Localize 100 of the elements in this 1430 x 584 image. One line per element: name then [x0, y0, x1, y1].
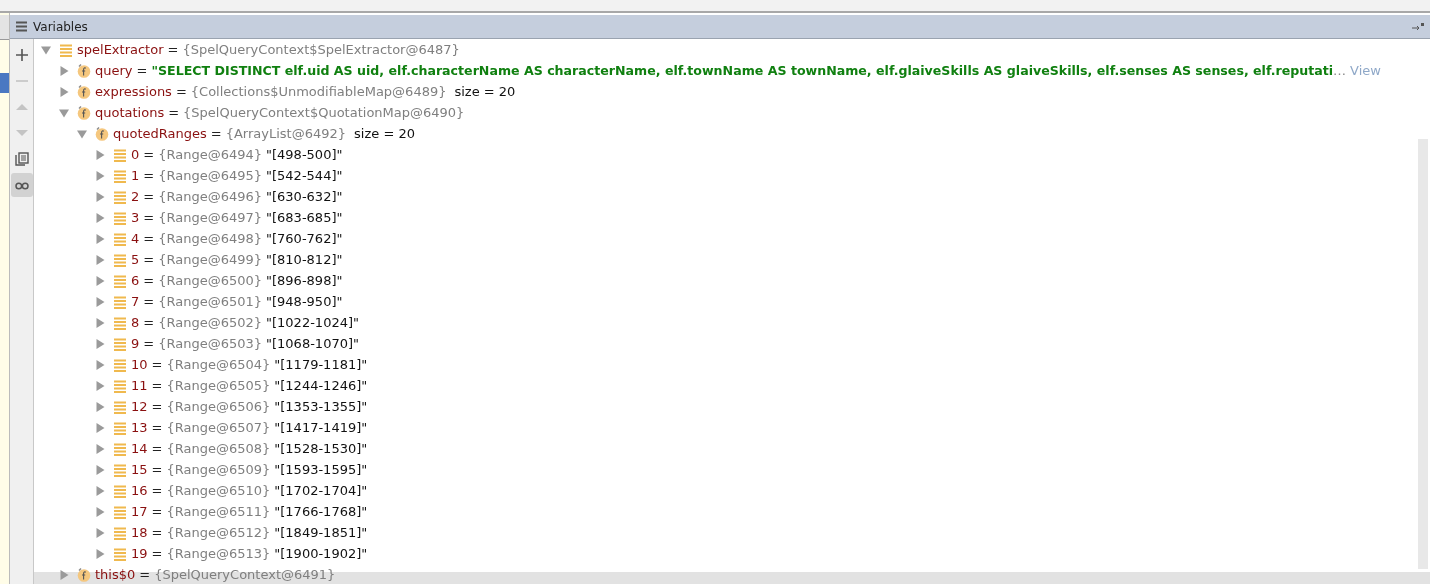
- menu-icon[interactable]: [16, 21, 27, 32]
- collapse-arrow-icon[interactable]: [77, 128, 87, 139]
- expand-arrow-icon[interactable]: [95, 401, 105, 412]
- object-reference: {Range@6495}: [158, 168, 263, 183]
- element-icon: [113, 504, 127, 519]
- view-link[interactable]: View: [1350, 63, 1381, 78]
- expand-arrow-icon[interactable]: [59, 569, 69, 580]
- variable-name: 15: [131, 462, 148, 477]
- object-reference: {Range@6511}: [166, 504, 271, 519]
- equals-sign: =: [151, 462, 163, 477]
- value-text: "[1417-1419]": [274, 420, 368, 435]
- expand-arrow-icon[interactable]: [59, 86, 69, 97]
- element-icon: [113, 315, 127, 330]
- collapse-arrow-icon[interactable]: [41, 44, 51, 55]
- object-reference: {Range@6500}: [158, 273, 263, 288]
- object-reference: {Range@6502}: [158, 315, 263, 330]
- expand-arrow-icon[interactable]: [95, 443, 105, 454]
- equals-sign: =: [167, 42, 179, 57]
- variable-name: expressions: [95, 84, 172, 99]
- object-reference: {Range@6506}: [166, 399, 271, 414]
- object-reference: {Range@6508}: [166, 441, 271, 456]
- equals-sign: =: [151, 441, 163, 456]
- expand-arrow-icon[interactable]: [95, 338, 105, 349]
- toolbar-button[interactable]: [10, 173, 33, 197]
- element-icon: [113, 357, 127, 372]
- equals-sign: =: [151, 525, 163, 540]
- value-text: "[1766-1768]": [274, 504, 368, 519]
- expand-arrow-icon[interactable]: [95, 149, 105, 160]
- variable-name: quotedRanges: [113, 126, 207, 141]
- object-reference: {SpelQueryContext$SpelExtractor@6487}: [182, 42, 460, 57]
- value-text: "[498-500]": [266, 147, 343, 162]
- expand-arrow-icon[interactable]: [95, 170, 105, 181]
- element-icon: [113, 336, 127, 351]
- expand-arrow-icon[interactable]: [95, 548, 105, 559]
- field-icon: [95, 126, 109, 141]
- variable-name: 17: [131, 504, 148, 519]
- variable-name: query: [95, 63, 133, 78]
- object-reference: {Range@6505}: [166, 378, 271, 393]
- variable-name: this$0: [95, 567, 136, 582]
- object-reference: {Range@6499}: [158, 252, 263, 267]
- expand-arrow-icon[interactable]: [95, 317, 105, 328]
- field-icon: [77, 567, 91, 582]
- equals-sign: =: [175, 84, 187, 99]
- element-icon: [113, 168, 127, 183]
- value-text: "[630-632]": [266, 189, 343, 204]
- equals-sign: =: [143, 231, 155, 246]
- variable-name: 18: [131, 525, 148, 540]
- value-text: "[1702-1704]": [274, 483, 368, 498]
- value-text: "[1528-1530]": [274, 441, 368, 456]
- variable-name: 12: [131, 399, 148, 414]
- expand-arrow-icon[interactable]: [95, 464, 105, 475]
- expand-arrow-icon[interactable]: [95, 380, 105, 391]
- equals-sign: =: [151, 399, 163, 414]
- element-icon: [113, 546, 127, 561]
- copy-icon: [14, 152, 29, 166]
- element-icon: [113, 252, 127, 267]
- expand-arrow-icon[interactable]: [95, 233, 105, 244]
- expand-arrow-icon[interactable]: [95, 275, 105, 286]
- value-text: "[1593-1595]": [274, 462, 368, 477]
- value-text: "[948-950]": [266, 294, 343, 309]
- expand-arrow-icon[interactable]: [95, 296, 105, 307]
- expand-arrow-icon[interactable]: [95, 191, 105, 202]
- element-icon: [113, 147, 127, 162]
- variable-name: 16: [131, 483, 148, 498]
- object-reference: {Range@6504}: [166, 357, 271, 372]
- expand-arrow-icon[interactable]: [59, 65, 69, 76]
- variable-name: 9: [131, 336, 140, 351]
- expand-arrow-icon[interactable]: [95, 422, 105, 433]
- field-icon: [77, 105, 91, 120]
- equals-sign: =: [143, 252, 155, 267]
- object-reference: {Range@6507}: [166, 420, 271, 435]
- expand-arrow-icon[interactable]: [95, 359, 105, 370]
- expand-arrow-icon[interactable]: [95, 485, 105, 496]
- expand-arrow-icon[interactable]: [95, 506, 105, 517]
- object-reference: {Range@6510}: [166, 483, 271, 498]
- element-icon: [113, 231, 127, 246]
- object-reference: {ArrayList@6492}: [225, 126, 347, 141]
- equals-sign: =: [151, 483, 163, 498]
- collapse-arrow-icon[interactable]: [59, 107, 69, 118]
- variable-name: 14: [131, 441, 148, 456]
- element-icon: [113, 189, 127, 204]
- variable-name: 5: [131, 252, 140, 267]
- equals-sign: =: [151, 546, 163, 561]
- expand-arrow-icon[interactable]: [95, 254, 105, 265]
- expand-arrow-icon[interactable]: [95, 212, 105, 223]
- equals-sign: =: [151, 420, 163, 435]
- variable-name: quotations: [95, 105, 165, 120]
- pin-icon[interactable]: [1412, 22, 1424, 31]
- equals-sign: =: [151, 504, 163, 519]
- value-text: "[760-762]": [266, 231, 343, 246]
- value-text: "[1849-1851]": [274, 525, 368, 540]
- variable-name: 2: [131, 189, 140, 204]
- object-reference: {Range@6513}: [166, 546, 271, 561]
- size-label: size = 20: [454, 84, 516, 99]
- object-reference: {Collections$UnmodifiableMap@6489}: [190, 84, 447, 99]
- equals-sign: =: [143, 147, 155, 162]
- element-icon: [113, 483, 127, 498]
- value-text: "[1179-1181]": [274, 357, 368, 372]
- object-reference: {Range@6497}: [158, 210, 263, 225]
- expand-arrow-icon[interactable]: [95, 527, 105, 538]
